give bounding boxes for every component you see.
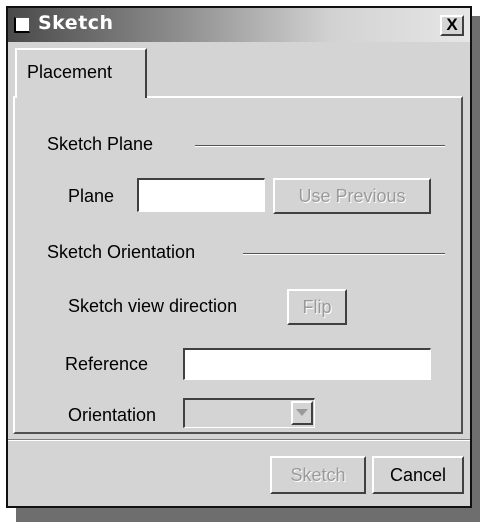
plane-label: Plane [68, 186, 115, 206]
title-bar[interactable]: Sketch X [8, 8, 470, 42]
chevron-down-icon [296, 409, 308, 416]
cancel-button-label: Cancel [389, 465, 447, 485]
orientation-select[interactable] [183, 398, 315, 428]
reference-label: Reference [65, 354, 149, 374]
sketch-button[interactable]: Sketch [270, 456, 366, 494]
plane-field[interactable] [137, 178, 265, 212]
sketch-plane-divider [195, 145, 445, 147]
window-title: Sketch [38, 12, 114, 34]
flip-label: Flip [302, 297, 332, 317]
sketch-button-label: Sketch [290, 465, 346, 485]
orientation-label: Orientation [68, 405, 157, 425]
tab-placement-label: Placement [27, 62, 113, 82]
tab-placement[interactable]: Placement [15, 48, 147, 98]
cancel-button[interactable]: Cancel [372, 456, 464, 494]
use-previous-button[interactable]: Use Previous [273, 178, 431, 214]
flip-button[interactable]: Flip [287, 289, 347, 325]
view-direction-label: Sketch view direction [68, 296, 238, 316]
sketch-plane-group-label: Sketch Plane [47, 134, 154, 154]
placement-panel: Sketch Plane Plane Use Previous Sketch O… [13, 96, 463, 434]
sketch-dialog: Sketch X Placement Sketch Plane Plane Us… [6, 6, 472, 508]
orientation-dropdown-button[interactable] [291, 401, 313, 425]
close-icon: X [446, 15, 458, 34]
close-button[interactable]: X [440, 15, 464, 36]
sketch-orientation-divider [243, 253, 445, 255]
footer-divider [8, 439, 470, 441]
sketch-orientation-group-label: Sketch Orientation [47, 242, 196, 262]
use-previous-label: Use Previous [298, 186, 406, 206]
window-icon [14, 17, 30, 33]
reference-field[interactable] [183, 348, 431, 380]
